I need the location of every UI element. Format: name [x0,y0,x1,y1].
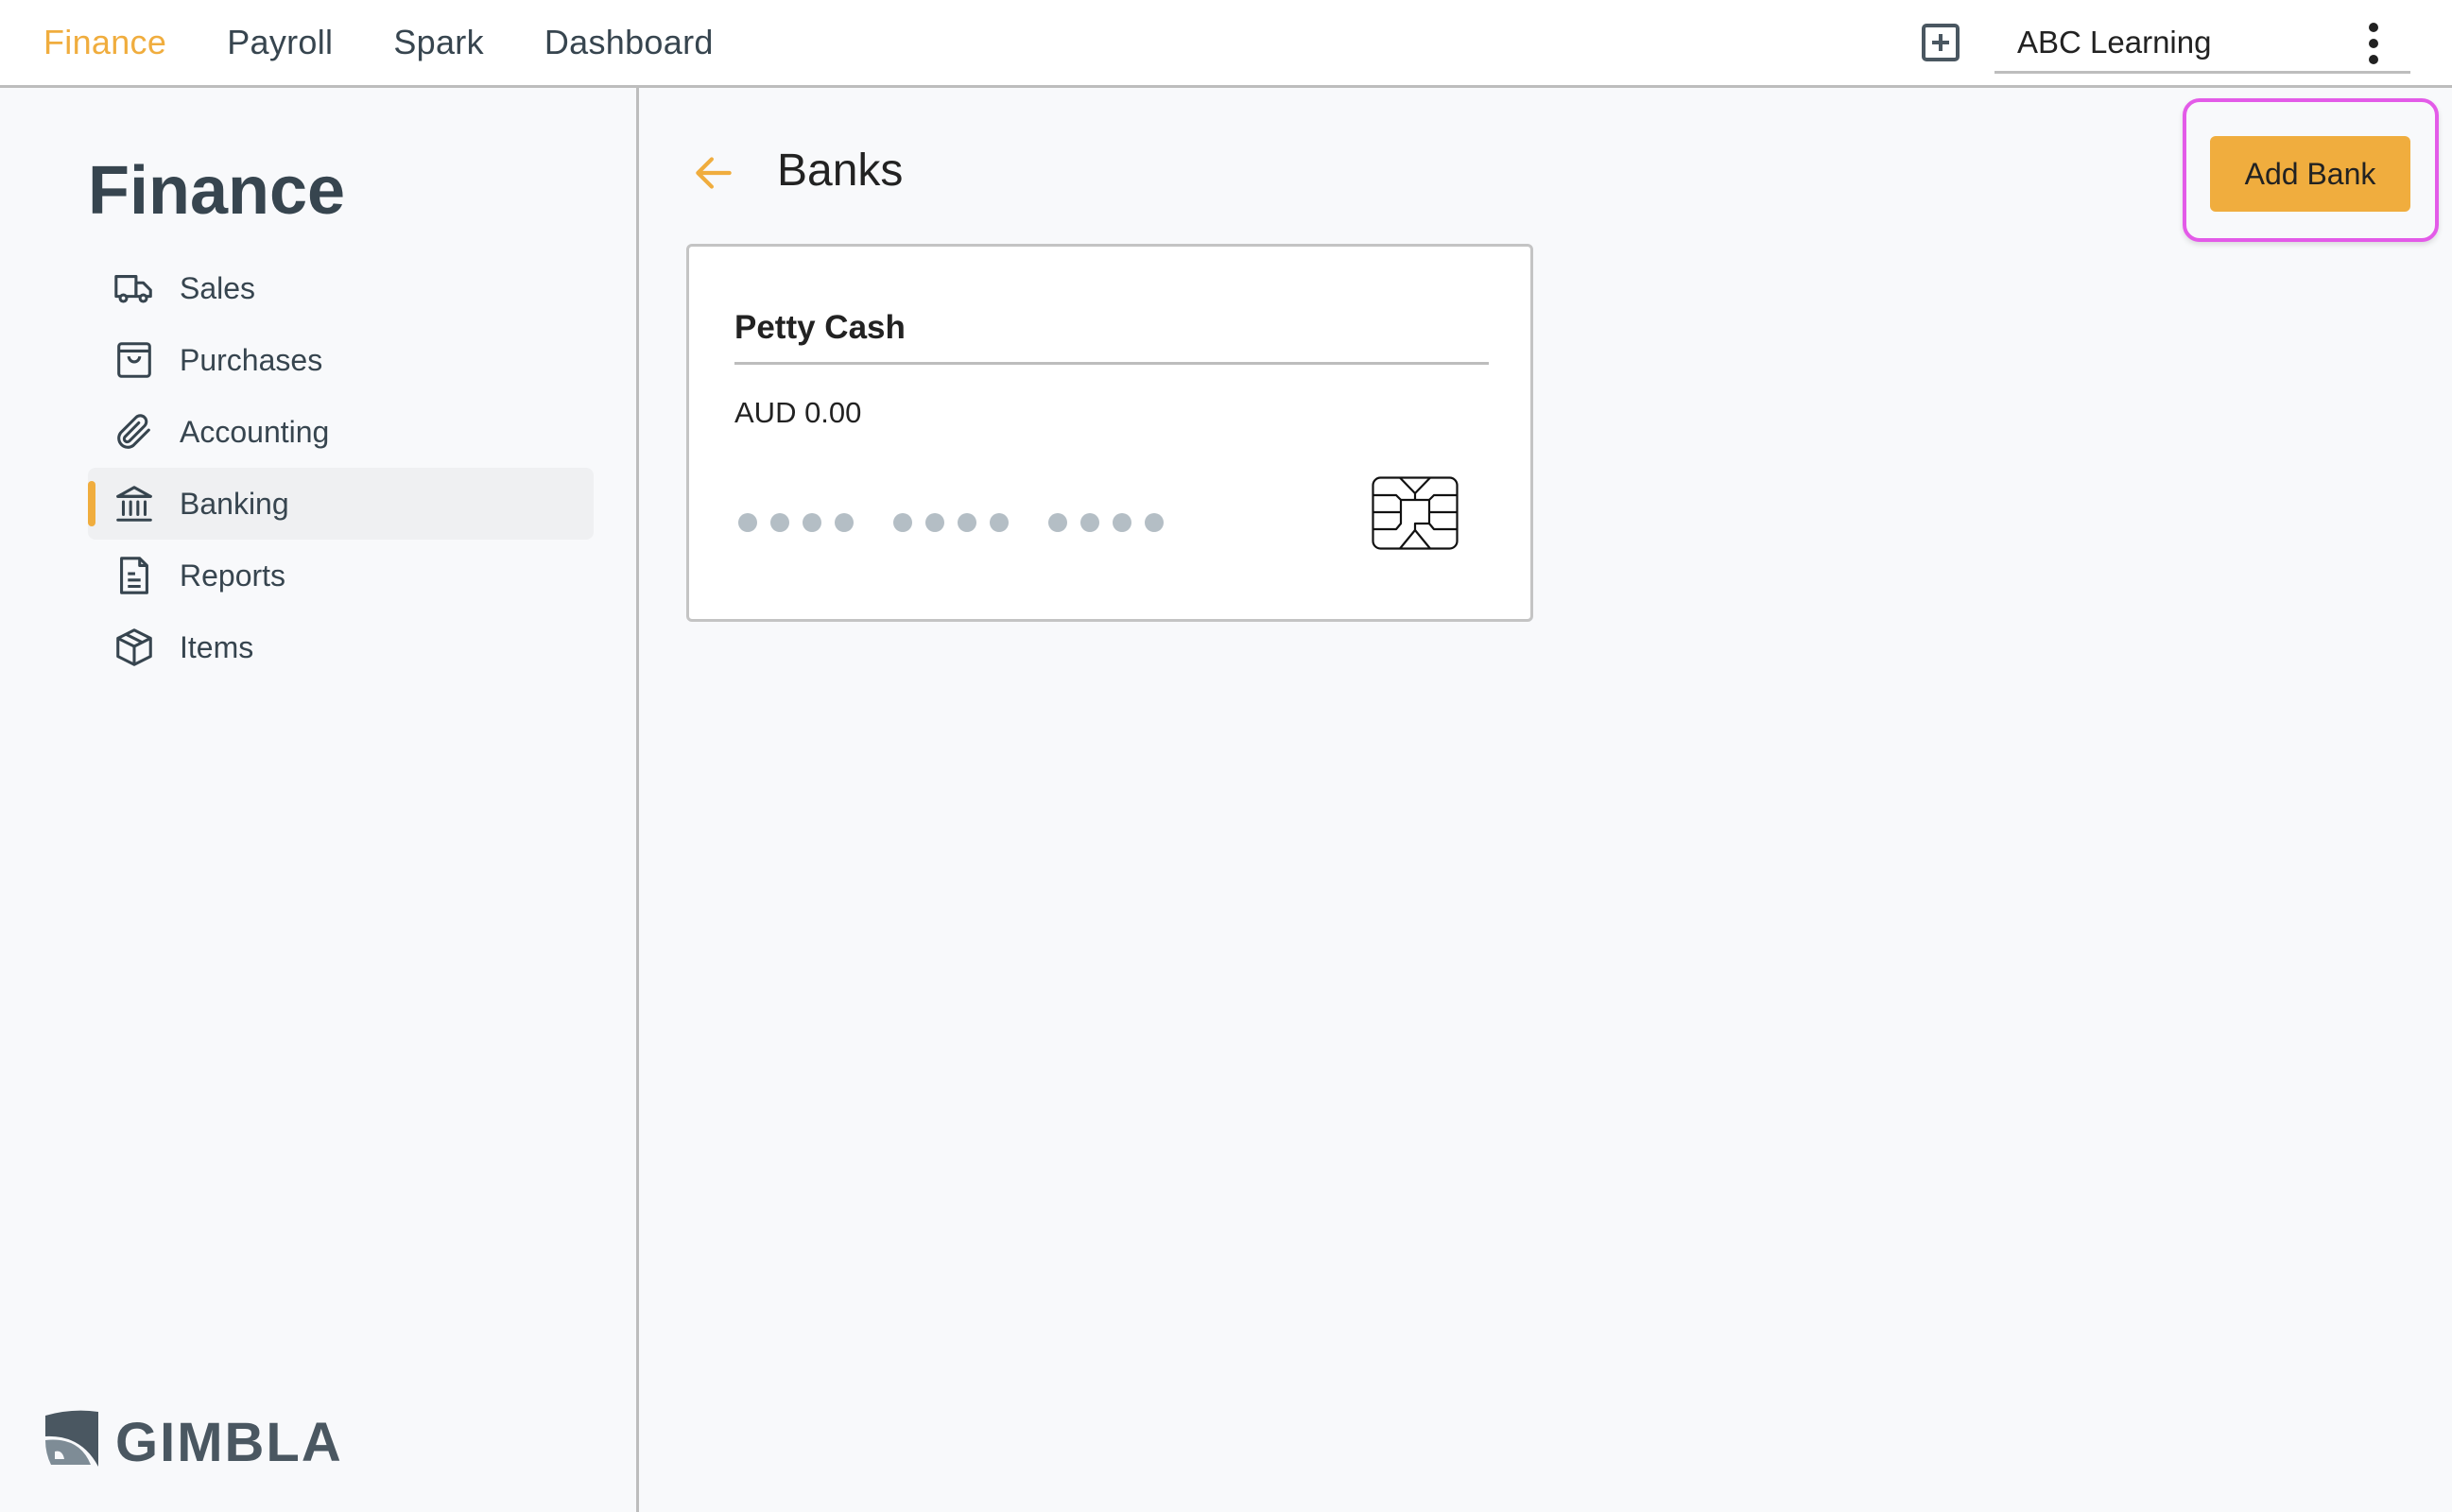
page-title: Banks [777,146,904,196]
document-icon [112,554,156,597]
tab-dashboard[interactable]: Dashboard [544,23,714,62]
tab-spark[interactable]: Spark [393,23,484,62]
bank-balance: AUD 0.00 [734,396,862,429]
dot-group [738,513,854,532]
paperclip-icon [112,410,156,454]
box-icon [112,626,156,669]
tab-payroll[interactable]: Payroll [227,23,333,62]
sidebar-item-label: Purchases [180,342,323,377]
organization-name: ABC Learning [2017,25,2212,60]
top-nav: Finance Payroll Spark Dashboard [43,0,774,85]
sidebar-title: Finance [88,153,346,229]
sidebar-item-label: Accounting [180,414,330,449]
bank-card-divider [734,362,1489,365]
dot-group [893,513,1009,532]
bank-card[interactable]: Petty Cash AUD 0.00 [686,244,1533,622]
kebab-menu-icon[interactable] [2359,23,2388,64]
tab-finance[interactable]: Finance [43,23,166,62]
sidebar-item-sales[interactable]: Sales [88,252,594,324]
bank-icon [112,482,156,525]
masked-card-number [738,513,1203,532]
sidebar-item-banking[interactable]: Banking [88,468,594,540]
dot-group [1048,513,1164,532]
sidebar-item-label: Items [180,629,254,664]
top-bar: Finance Payroll Spark Dashboard ABC Lear… [0,0,2452,88]
sidebar-item-items[interactable]: Items [88,611,594,683]
gimbla-logo: GIMBLA [43,1406,355,1473]
organization-select[interactable]: ABC Learning [1994,13,2410,74]
card-chip-icon [1372,476,1459,550]
sidebar-item-purchases[interactable]: Purchases [88,324,594,396]
arrow-left-icon[interactable] [690,149,737,197]
sidebar-item-label: Banking [180,486,289,521]
logo-text: GIMBLA [115,1412,343,1472]
sidebar-item-label: Sales [180,270,256,305]
sidebar-menu: Sales Purchases Accounting Banking Repor [88,252,594,683]
plus-square-icon[interactable] [1922,24,1960,61]
sidebar: Finance Sales Purchases Accounting Banki… [0,88,639,1512]
sidebar-item-accounting[interactable]: Accounting [88,396,594,468]
add-bank-button[interactable]: Add Bank [2210,136,2410,212]
sidebar-item-reports[interactable]: Reports [88,540,594,611]
sidebar-item-label: Reports [180,558,286,593]
bank-name: Petty Cash [734,309,906,346]
shopping-bag-icon [112,338,156,382]
truck-icon [112,266,156,310]
